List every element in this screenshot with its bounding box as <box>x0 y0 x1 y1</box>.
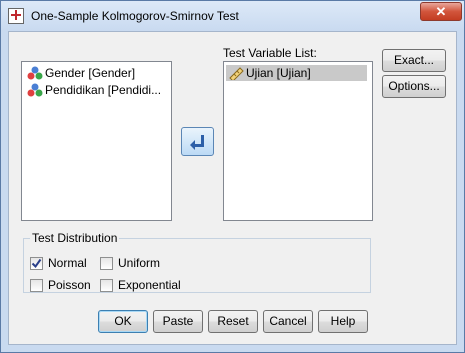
close-icon: ✕ <box>435 4 447 19</box>
options-button[interactable]: Options... <box>382 75 446 98</box>
test-variable-list-label: Test Variable List: <box>223 46 317 60</box>
test-distribution-legend: Test Distribution <box>32 231 118 245</box>
list-item-label: Ujian [Ujian] <box>246 66 311 80</box>
list-item-label: Pendidikan [Pendidi... <box>45 83 162 97</box>
list-item[interactable]: Gender [Gender] <box>25 65 135 81</box>
title-bar[interactable]: One-Sample Kolmogorov-Smirnov Test ✕ <box>1 1 464 31</box>
normal-label: Normal <box>48 256 87 270</box>
cancel-button[interactable]: Cancel <box>263 310 313 333</box>
ok-button[interactable]: OK <box>98 310 148 333</box>
move-variable-button[interactable] <box>181 127 214 156</box>
checkmark-icon <box>31 258 42 269</box>
nominal-variable-icon <box>27 66 43 80</box>
arrow-left-icon <box>190 135 204 150</box>
list-item[interactable]: Pendidikan [Pendidi... <box>25 82 161 98</box>
paste-button[interactable]: Paste <box>153 310 203 333</box>
uniform-label: Uniform <box>118 256 161 270</box>
exponential-checkbox[interactable] <box>100 279 113 292</box>
poisson-checkbox[interactable] <box>30 279 43 292</box>
dialog-body: Gender [Gender] Pendidikan [Pendidi... T… <box>8 31 457 345</box>
close-button[interactable]: ✕ <box>420 2 462 21</box>
exponential-label: Exponential <box>118 278 181 292</box>
reset-button[interactable]: Reset <box>208 310 258 333</box>
poisson-label: Poisson <box>48 278 91 292</box>
source-variable-list[interactable]: Gender [Gender] Pendidikan [Pendidi... <box>21 61 172 221</box>
list-item[interactable]: Ujian [Ujian] <box>226 65 367 81</box>
dialog-window: One-Sample Kolmogorov-Smirnov Test ✕ Gen… <box>0 0 465 353</box>
nominal-variable-icon <box>27 83 43 97</box>
normal-checkbox[interactable] <box>30 257 43 270</box>
test-variable-list[interactable]: Ujian [Ujian] <box>223 61 373 221</box>
exact-button[interactable]: Exact... <box>382 49 446 72</box>
scale-variable-icon <box>229 67 244 80</box>
window-title: One-Sample Kolmogorov-Smirnov Test <box>31 9 239 23</box>
app-icon <box>8 8 24 24</box>
uniform-checkbox[interactable] <box>100 257 113 270</box>
help-button[interactable]: Help <box>318 310 368 333</box>
list-item-label: Gender [Gender] <box>45 66 136 80</box>
